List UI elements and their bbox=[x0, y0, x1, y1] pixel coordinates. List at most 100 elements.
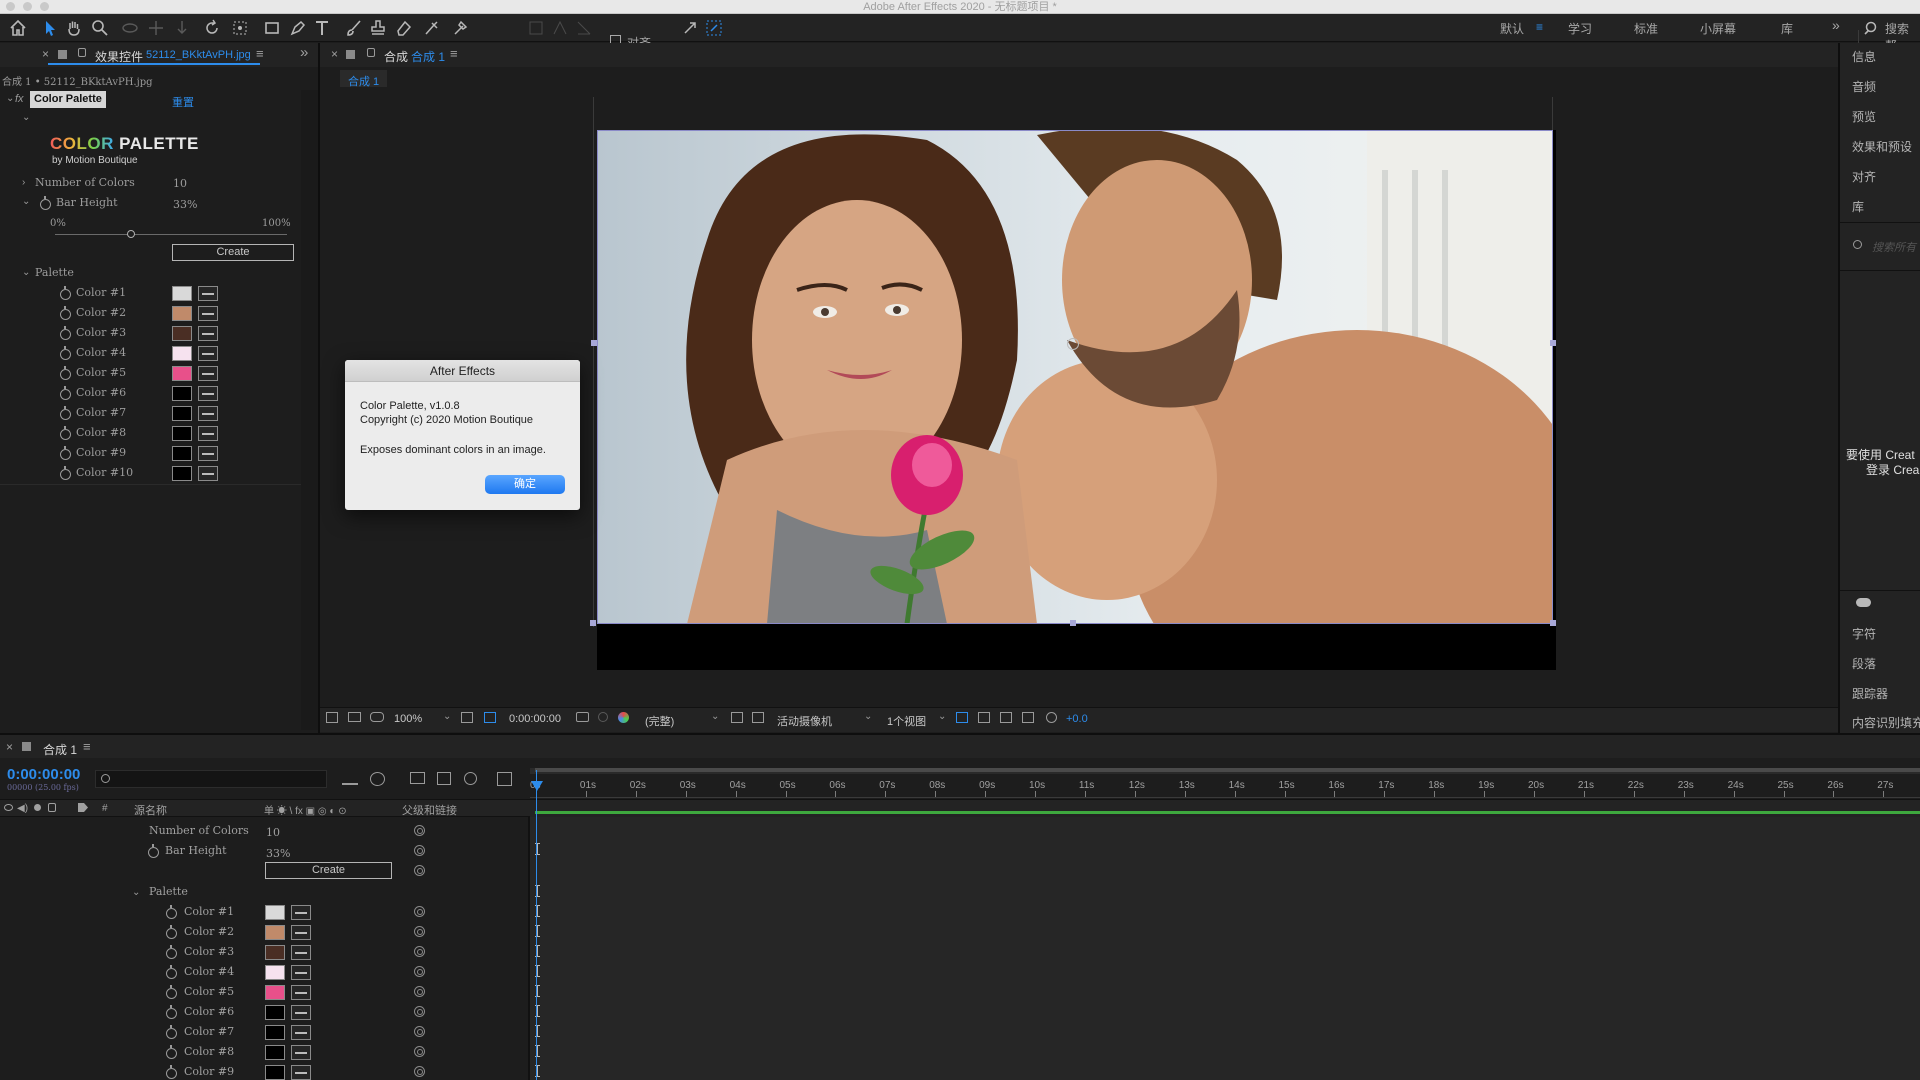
exposure-value[interactable]: +0.0 bbox=[1066, 713, 1088, 725]
eyedropper-icon[interactable] bbox=[198, 326, 218, 341]
frame-blending-icon[interactable] bbox=[437, 772, 451, 785]
color-stopwatch-icon[interactable] bbox=[60, 326, 71, 340]
lock-icon[interactable] bbox=[78, 48, 86, 57]
tl-color-swatch[interactable] bbox=[265, 945, 285, 960]
number-of-colors-expand-icon[interactable]: › bbox=[22, 177, 25, 188]
cloud-sync-icon[interactable] bbox=[1856, 598, 1871, 607]
snap-vertex-icon[interactable] bbox=[550, 18, 570, 38]
tl-color-swatch[interactable] bbox=[265, 1005, 285, 1020]
zoom-dropdown[interactable]: 100% bbox=[394, 713, 422, 725]
monitor-icon[interactable] bbox=[348, 712, 361, 722]
snap-toggle-icon[interactable] bbox=[704, 18, 724, 38]
layer-handle-bottom-left[interactable] bbox=[590, 620, 596, 626]
libraries-panel-tab[interactable]: 库 bbox=[1852, 198, 1864, 215]
orbit-tool-icon[interactable] bbox=[120, 18, 140, 38]
snapshot-camera-icon[interactable] bbox=[576, 712, 589, 722]
switches-header[interactable]: 单 ☀ \ fx ▣ ◎ ◐ ⊙ bbox=[264, 802, 347, 817]
section-chevron-icon[interactable]: ⌄ bbox=[22, 112, 30, 123]
tl-create-button[interactable]: Create bbox=[265, 862, 392, 879]
zoom-tool-icon[interactable] bbox=[90, 18, 110, 38]
palette-collapse-icon[interactable]: ⌄ bbox=[22, 267, 30, 278]
eyedropper-icon[interactable] bbox=[198, 306, 218, 321]
reset-link[interactable]: 重置 bbox=[172, 94, 194, 110]
color-swatch[interactable] bbox=[172, 466, 192, 481]
anchor-point-icon[interactable] bbox=[1067, 338, 1079, 350]
camera-dropdown[interactable]: 活动摄像机 bbox=[777, 713, 832, 729]
effects-presets-panel-tab[interactable]: 效果和预设 bbox=[1852, 138, 1912, 155]
pan-tool-icon[interactable] bbox=[146, 18, 166, 38]
pick-whip-icon[interactable] bbox=[414, 946, 425, 957]
tl-color-swatch[interactable] bbox=[265, 925, 285, 940]
tl-eyedropper-icon[interactable] bbox=[291, 1025, 311, 1040]
audio-icon[interactable]: ◀) bbox=[17, 803, 28, 814]
tl-eyedropper-icon[interactable] bbox=[291, 1005, 311, 1020]
color-stopwatch-icon[interactable] bbox=[60, 366, 71, 380]
transparency-grid-icon[interactable] bbox=[484, 712, 496, 723]
ec-scrollbar[interactable] bbox=[301, 90, 318, 730]
pick-whip-icon[interactable] bbox=[414, 1046, 425, 1057]
layer-handle-bottom[interactable] bbox=[1070, 620, 1076, 626]
video-visibility-icon[interactable] bbox=[4, 804, 13, 811]
tl-color-swatch[interactable] bbox=[265, 905, 285, 920]
panel-menu-icon[interactable]: ≡ bbox=[256, 46, 264, 61]
character-panel-tab[interactable]: 字符 bbox=[1852, 625, 1876, 642]
search-help-icon[interactable] bbox=[1862, 18, 1882, 38]
tl-color-stopwatch-icon[interactable] bbox=[166, 925, 177, 939]
timeline-tab-label[interactable]: 合成 1 bbox=[43, 741, 77, 758]
lock-column-icon[interactable] bbox=[48, 803, 56, 812]
tl-eyedropper-icon[interactable] bbox=[291, 965, 311, 980]
workspace-menu-icon[interactable]: ≡ bbox=[1536, 20, 1543, 34]
color-stopwatch-icon[interactable] bbox=[60, 386, 71, 400]
tl-color-swatch[interactable] bbox=[265, 1025, 285, 1040]
fast-previews-icon[interactable] bbox=[978, 712, 990, 723]
tl-color-stopwatch-icon[interactable] bbox=[166, 965, 177, 979]
solo-icon[interactable] bbox=[34, 804, 41, 811]
composition-flow-tab[interactable]: 合成 1 bbox=[340, 70, 388, 88]
eyedropper-icon[interactable] bbox=[198, 386, 218, 401]
color-stopwatch-icon[interactable] bbox=[60, 306, 71, 320]
tl-eyedropper-icon[interactable] bbox=[291, 1065, 311, 1080]
rectangle-tool-icon[interactable] bbox=[262, 18, 282, 38]
bar-height-slider-track[interactable] bbox=[55, 234, 287, 235]
pick-whip-icon[interactable] bbox=[414, 865, 425, 876]
layer-handle-right[interactable] bbox=[1550, 340, 1556, 346]
motion-blur-icon[interactable] bbox=[464, 772, 477, 785]
pick-whip-icon[interactable] bbox=[414, 1006, 425, 1017]
eyedropper-icon[interactable] bbox=[198, 426, 218, 441]
resolution-chevron-icon[interactable]: ⌄ bbox=[711, 711, 719, 722]
workspace-standard[interactable]: 标准 bbox=[1634, 20, 1658, 37]
tl-color-stopwatch-icon[interactable] bbox=[166, 985, 177, 999]
tl-color-stopwatch-icon[interactable] bbox=[166, 905, 177, 919]
viewer-timecode[interactable]: 0:00:00:00 bbox=[509, 713, 561, 725]
workspace-default[interactable]: 默认 bbox=[1500, 20, 1524, 37]
pick-whip-icon[interactable] bbox=[414, 906, 425, 917]
pick-whip-icon[interactable] bbox=[414, 845, 425, 856]
transparency-toggle-icon[interactable] bbox=[752, 712, 764, 723]
snap-grid-icon[interactable] bbox=[526, 18, 546, 38]
always-preview-icon[interactable] bbox=[326, 712, 338, 723]
layer-duration-bar[interactable] bbox=[535, 811, 1920, 814]
timeline-search-input[interactable] bbox=[95, 770, 327, 788]
playhead-handle[interactable] bbox=[531, 781, 543, 791]
timeline-toggle-icon[interactable] bbox=[1000, 712, 1012, 723]
work-area-range[interactable] bbox=[535, 768, 1920, 772]
pick-whip-icon[interactable] bbox=[414, 825, 425, 836]
tl-color-swatch[interactable] bbox=[265, 985, 285, 1000]
tl-eyedropper-icon[interactable] bbox=[291, 905, 311, 920]
home-icon[interactable] bbox=[8, 18, 28, 38]
safe-margins-icon[interactable] bbox=[461, 712, 473, 723]
region-of-interest-icon[interactable] bbox=[731, 712, 743, 723]
effect-name[interactable]: Color Palette bbox=[30, 91, 106, 108]
workspace-learn[interactable]: 学习 bbox=[1568, 20, 1592, 37]
toggle-pixel-aspect-icon[interactable] bbox=[956, 712, 968, 723]
eyedropper-icon[interactable] bbox=[198, 346, 218, 361]
close-composition-icon[interactable]: × bbox=[331, 47, 338, 61]
layer-handle-left[interactable] bbox=[591, 340, 597, 346]
eyedropper-icon[interactable] bbox=[198, 446, 218, 461]
eyedropper-icon[interactable] bbox=[198, 466, 218, 481]
fx-icon[interactable]: fx bbox=[15, 93, 24, 105]
workspace-libraries[interactable]: 库 bbox=[1781, 20, 1793, 37]
info-panel-tab[interactable]: 信息 bbox=[1852, 48, 1876, 65]
tl-color-swatch[interactable] bbox=[265, 965, 285, 980]
workspace-small-screen[interactable]: 小屏幕 bbox=[1700, 20, 1736, 37]
